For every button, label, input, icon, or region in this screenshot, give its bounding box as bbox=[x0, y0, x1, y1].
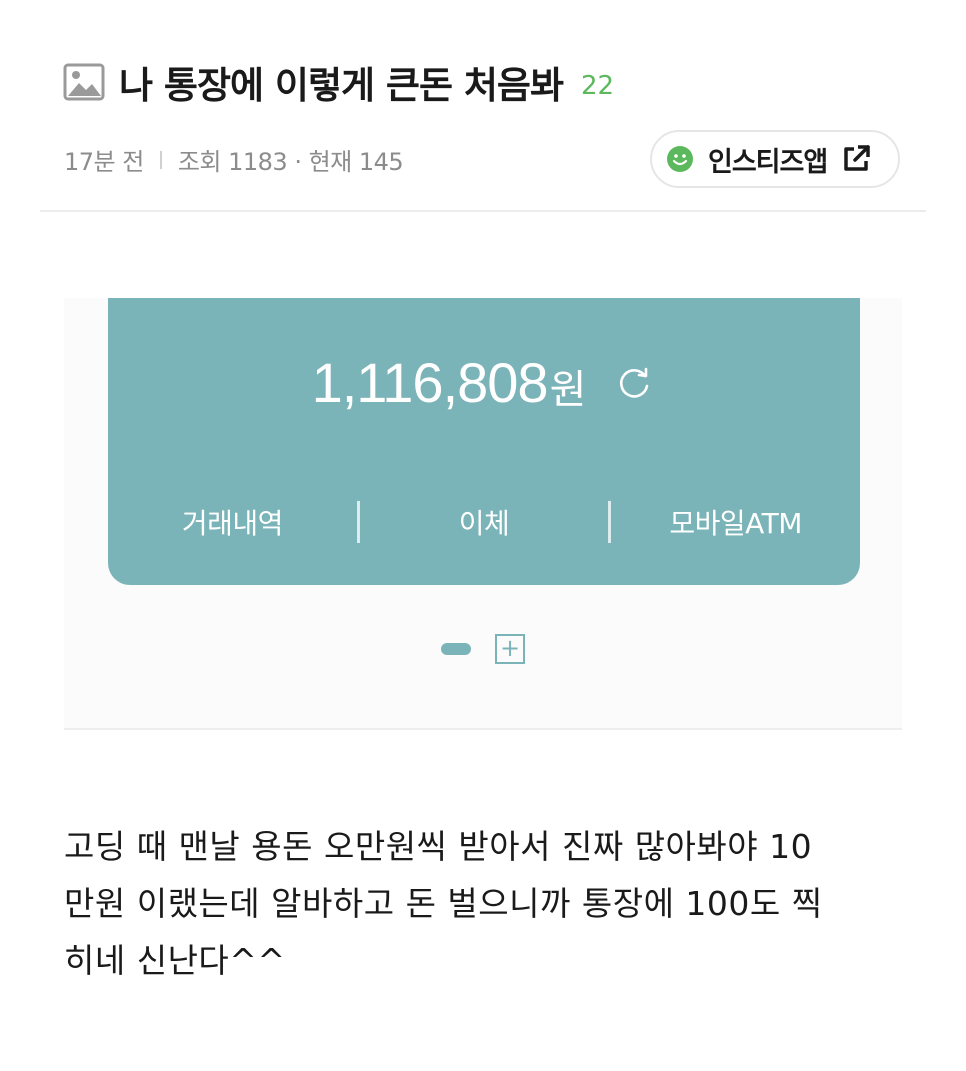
transfer-button[interactable]: 이체 bbox=[360, 502, 609, 542]
balance-amount: 1,116,808 bbox=[311, 351, 549, 414]
post-title: 나 통장에 이렇게 큰돈 처음봐 bbox=[119, 64, 564, 107]
bank-screenshot: 1,116,808 원 거래내역 이체 모바일ATM + bbox=[64, 298, 902, 730]
account-card: 1,116,808 원 거래내역 이체 모바일ATM bbox=[108, 298, 860, 585]
account-actions: 거래내역 이체 모바일ATM bbox=[108, 498, 860, 546]
refresh-icon[interactable] bbox=[612, 361, 656, 405]
body-line: 만원 이랬는데 알바하고 돈 벌으니까 통장에 100도 찍 bbox=[64, 884, 823, 923]
post-header: 나 통장에 이렇게 큰돈 처음봐 22 17분 전 조회 1183 · 현재 1… bbox=[0, 0, 966, 212]
balance-row: 1,116,808 원 bbox=[108, 350, 860, 415]
add-account-button[interactable]: + bbox=[495, 634, 525, 664]
image-icon bbox=[63, 63, 105, 101]
open-app-label: 인스티즈앱 bbox=[708, 146, 828, 178]
external-link-icon bbox=[844, 145, 870, 171]
header-divider bbox=[40, 210, 926, 212]
body-line: 히네 신난다^^ bbox=[64, 941, 286, 980]
screenshot-divider bbox=[64, 728, 902, 730]
post-meta: 17분 전 조회 1183 · 현재 145 bbox=[64, 142, 404, 177]
body-line: 고딩 때 맨날 용돈 오만원씩 받아서 진짜 많아봐야 10 bbox=[64, 827, 813, 866]
card-pager: + bbox=[64, 634, 902, 664]
pager-active-dot[interactable] bbox=[441, 643, 471, 655]
balance-unit: 원 bbox=[549, 366, 587, 413]
transaction-history-button[interactable]: 거래내역 bbox=[108, 502, 357, 542]
mobile-atm-button[interactable]: 모바일ATM bbox=[611, 502, 860, 542]
post-time: 17분 전 bbox=[64, 148, 144, 176]
comment-count[interactable]: 22 bbox=[581, 71, 614, 101]
post-body: 고딩 때 맨날 용돈 오만원씩 받아서 진짜 많아봐야 10 만원 이랬는데 알… bbox=[64, 818, 904, 989]
post-views: 조회 1183 · 현재 145 bbox=[177, 148, 404, 176]
title-row: 나 통장에 이렇게 큰돈 처음봐 22 bbox=[63, 56, 614, 108]
open-app-button[interactable]: 인스티즈앱 bbox=[650, 130, 900, 188]
meta-divider bbox=[159, 150, 162, 169]
smile-icon bbox=[667, 146, 693, 172]
